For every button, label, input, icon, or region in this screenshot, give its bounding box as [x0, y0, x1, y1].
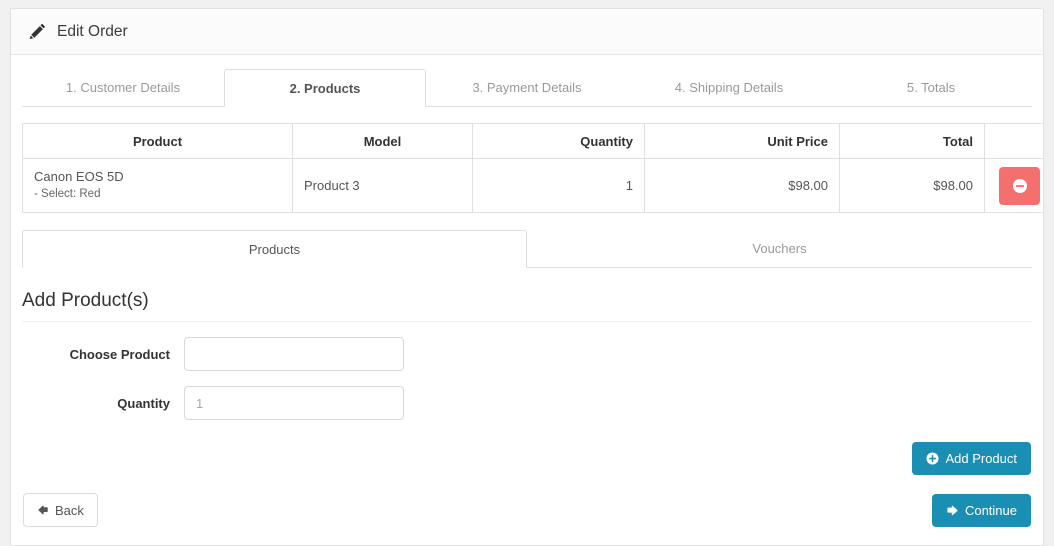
tab-payment-details-link[interactable]: 3. Payment Details	[426, 68, 628, 106]
edit-order-panel: Edit Order 1. Customer Details 2. Produc…	[10, 8, 1044, 546]
wizard-footer: Back Continue	[22, 493, 1032, 527]
page-title: Edit Order	[26, 23, 128, 41]
column-header-unit-price: Unit Price	[644, 123, 840, 159]
quantity-input[interactable]	[184, 386, 404, 420]
remove-product-button[interactable]	[999, 166, 1040, 205]
back-button[interactable]: Back	[23, 493, 98, 527]
product-name: Canon EOS 5D	[34, 169, 124, 185]
panel-header: Edit Order	[11, 9, 1043, 55]
product-table-body: Canon EOS 5D - Select: Red Product 3 1 $…	[22, 158, 1043, 213]
pencil-icon	[29, 23, 46, 40]
product-table-head: Product Model Quantity Unit Price Total	[22, 123, 1043, 159]
panel-body: 1. Customer Details 2. Products 3. Payme…	[11, 55, 1043, 527]
sub-tab-products[interactable]: Products	[22, 230, 527, 268]
sub-tab-vouchers[interactable]: Vouchers	[527, 229, 1032, 267]
tab-customer-details[interactable]: 1. Customer Details	[22, 68, 224, 106]
cell-unit-price: $98.00	[644, 158, 840, 213]
wizard-tabs: 1. Customer Details 2. Products 3. Payme…	[22, 69, 1032, 107]
arrow-left-icon	[37, 504, 49, 516]
panel-title-text: Edit Order	[57, 22, 128, 40]
tab-totals-link[interactable]: 5. Totals	[830, 68, 1032, 106]
table-header-row: Product Model Quantity Unit Price Total	[22, 123, 1043, 159]
cell-action	[984, 158, 1043, 213]
arrow-right-icon	[946, 504, 959, 517]
choose-product-input[interactable]	[184, 337, 404, 371]
add-product-button[interactable]: Add Product	[912, 442, 1031, 475]
back-button-label: Back	[55, 502, 84, 518]
tab-shipping-details[interactable]: 4. Shipping Details	[628, 68, 830, 106]
continue-button[interactable]: Continue	[931, 493, 1031, 527]
product-voucher-tabs: Products Vouchers	[22, 230, 1032, 268]
choose-product-row: Choose Product	[22, 337, 1032, 371]
product-option: - Select: Red	[34, 187, 101, 200]
column-header-quantity: Quantity	[472, 123, 645, 159]
choose-product-label: Choose Product	[69, 346, 170, 362]
column-header-total: Total	[839, 123, 985, 159]
cell-product: Canon EOS 5D - Select: Red	[22, 158, 293, 213]
column-header-action	[984, 123, 1043, 159]
tab-products[interactable]: 2. Products	[224, 69, 426, 107]
minus-circle-icon	[1012, 178, 1028, 194]
tab-totals[interactable]: 5. Totals	[830, 68, 1032, 106]
column-header-model: Model	[292, 123, 473, 159]
page-root: Edit Order 1. Customer Details 2. Produc…	[0, 0, 1054, 546]
tab-shipping-details-link[interactable]: 4. Shipping Details	[628, 68, 830, 106]
sub-tab-vouchers-link[interactable]: Vouchers	[527, 229, 1032, 267]
quantity-row: Quantity	[22, 386, 1032, 420]
add-product-button-row: Add Product	[22, 442, 1032, 475]
sub-tab-products-link[interactable]: Products	[22, 230, 527, 268]
cell-total: $98.00	[839, 158, 985, 213]
tab-customer-details-link[interactable]: 1. Customer Details	[22, 68, 224, 106]
column-header-product: Product	[22, 123, 293, 159]
product-table-wrapper: Product Model Quantity Unit Price Total …	[22, 123, 1043, 213]
quantity-label: Quantity	[117, 395, 170, 411]
tab-products-link[interactable]: 2. Products	[224, 69, 426, 107]
table-row: Canon EOS 5D - Select: Red Product 3 1 $…	[22, 158, 1043, 213]
tab-payment-details[interactable]: 3. Payment Details	[426, 68, 628, 106]
continue-button-label: Continue	[964, 502, 1017, 518]
plus-circle-icon	[926, 452, 939, 465]
product-table: Product Model Quantity Unit Price Total …	[22, 123, 1043, 213]
cell-model: Product 3	[292, 158, 473, 213]
cell-quantity: 1	[472, 158, 645, 213]
add-products-heading: Add Product(s)	[22, 290, 1032, 322]
add-product-button-label: Add Product	[945, 451, 1017, 466]
